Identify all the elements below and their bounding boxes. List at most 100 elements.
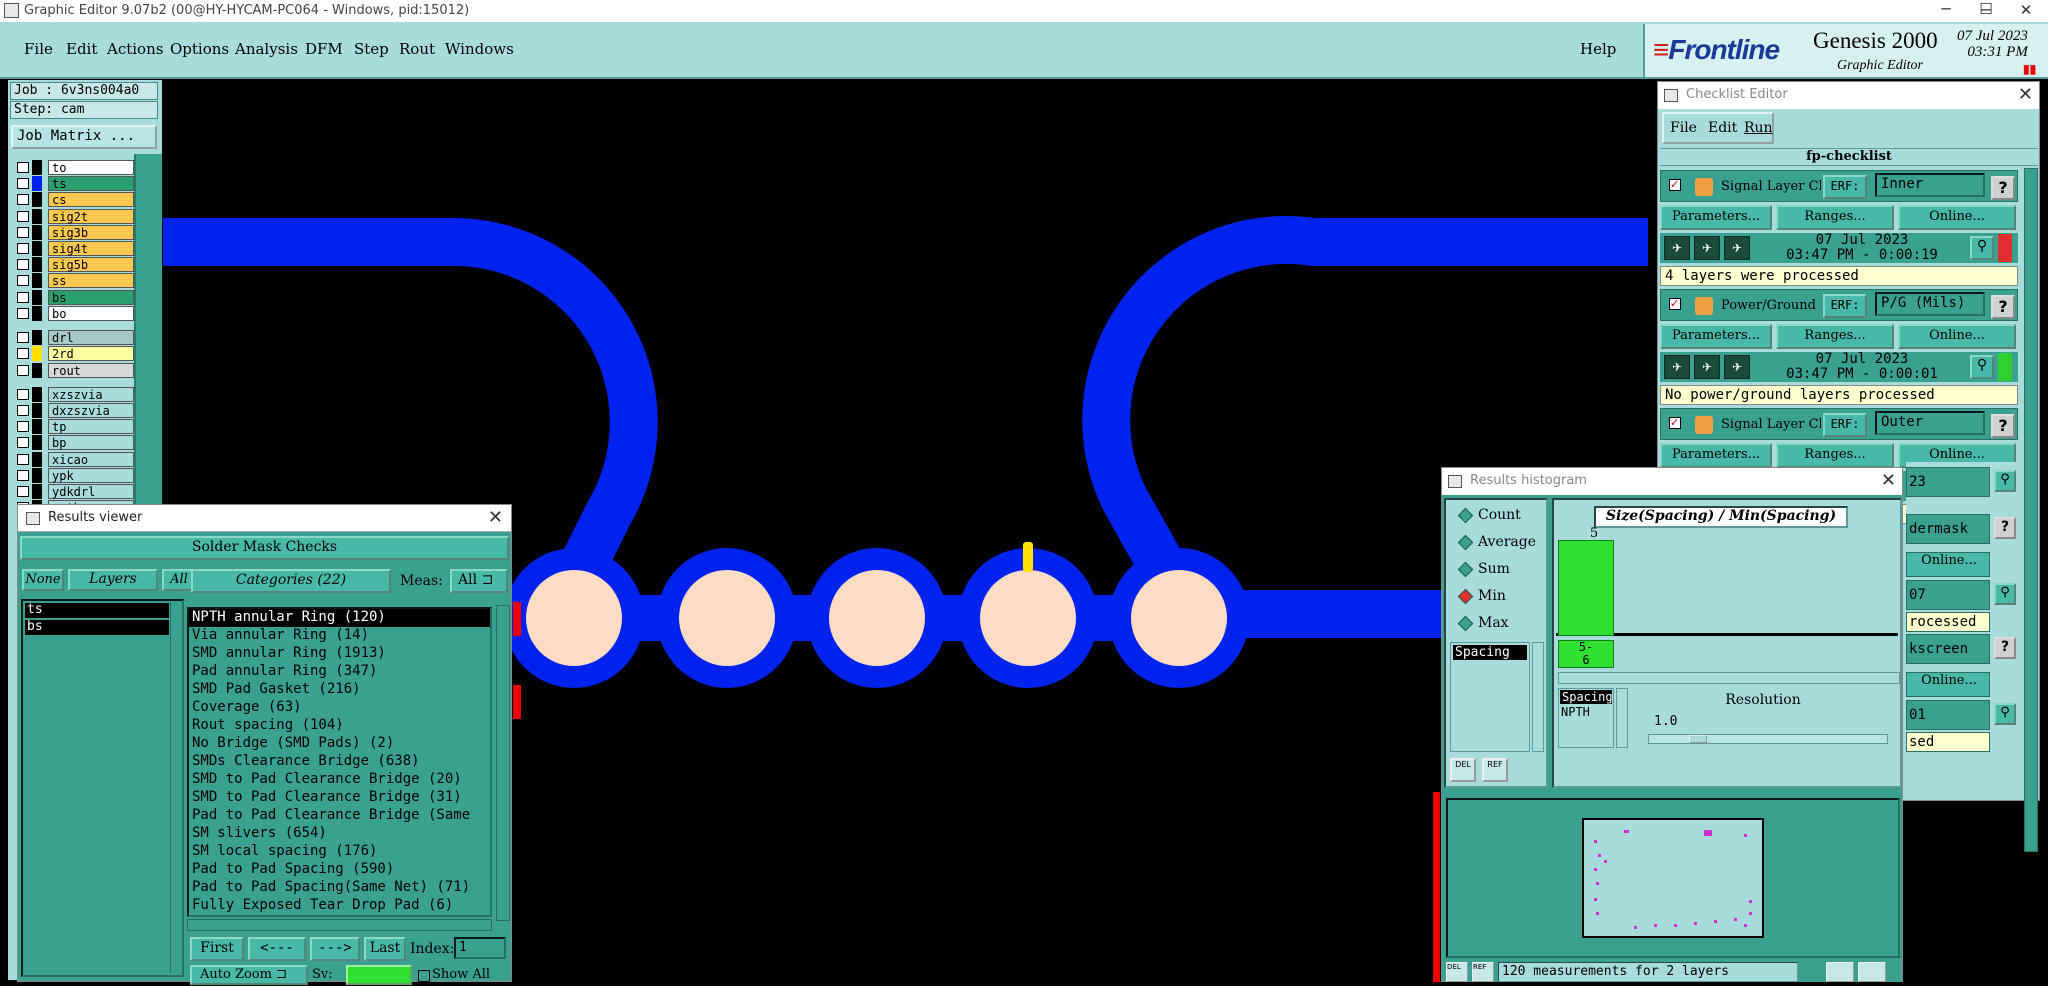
mode-count[interactable]: Count bbox=[1457, 506, 1521, 526]
layer-swatch[interactable] bbox=[32, 452, 42, 467]
layer-name[interactable]: to bbox=[48, 160, 134, 175]
layer-checkbox[interactable] bbox=[17, 259, 29, 270]
del-icon[interactable]: DEL bbox=[1450, 758, 1476, 782]
menu-actions[interactable]: Actions bbox=[107, 40, 163, 58]
category-item[interactable]: Coverage (63) bbox=[189, 699, 490, 717]
category-item[interactable]: Pad annular Ring (347) bbox=[189, 663, 490, 681]
erf-value[interactable]: Outer bbox=[1875, 411, 1985, 435]
spacing-scrollbar[interactable] bbox=[1532, 642, 1544, 752]
job-matrix-button[interactable]: Job Matrix ... bbox=[11, 125, 157, 149]
auto-zoom-select[interactable]: Auto Zoom ⊐ bbox=[190, 965, 308, 985]
layer-row-2rd[interactable]: 2rd bbox=[14, 346, 138, 361]
checks-header[interactable]: Solder Mask Checks bbox=[20, 536, 509, 560]
meas-select[interactable]: All ⊐ bbox=[450, 569, 508, 593]
menu-help[interactable]: Help bbox=[1580, 40, 1616, 58]
layer-swatch[interactable] bbox=[32, 306, 42, 321]
erf-button[interactable]: ERF: bbox=[1823, 175, 1867, 199]
categories-list[interactable]: NPTH annular Ring (120) Via annular Ring … bbox=[187, 607, 492, 917]
layer-swatch[interactable] bbox=[32, 273, 42, 288]
layer-checkbox[interactable] bbox=[17, 454, 29, 465]
layer-checkbox[interactable] bbox=[17, 389, 29, 400]
category-item[interactable]: No Bridge (SMD Pads) (2) bbox=[189, 735, 490, 753]
parameters-button[interactable]: Parameters... bbox=[1660, 324, 1772, 349]
run-icon[interactable]: ✈ bbox=[1664, 236, 1690, 260]
layer-checkbox[interactable] bbox=[17, 405, 29, 416]
layer-row-ypk[interactable]: ypk bbox=[14, 468, 138, 483]
list-item[interactable]: ts bbox=[25, 603, 169, 618]
layer-name[interactable]: sig4t bbox=[48, 241, 134, 256]
erf-value[interactable]: P/G (Mils) bbox=[1875, 292, 1985, 316]
erf-button[interactable]: ERF: bbox=[1823, 294, 1867, 318]
layer-row-sig4t[interactable]: sig4t bbox=[14, 241, 138, 256]
layers-button[interactable]: Layers bbox=[68, 569, 158, 591]
first-button[interactable]: First bbox=[190, 937, 244, 961]
category-item[interactable]: Pad to Pad Spacing (590) bbox=[189, 861, 490, 879]
layer-checkbox[interactable] bbox=[17, 292, 29, 303]
zoom-icon[interactable]: ⚲ bbox=[1994, 583, 2016, 605]
help-icon[interactable]: ? bbox=[1991, 295, 2015, 319]
list-item[interactable]: bs bbox=[25, 620, 169, 635]
menu-file[interactable]: File bbox=[24, 40, 53, 58]
last-button[interactable]: Last bbox=[364, 937, 406, 961]
layer-name[interactable]: rout bbox=[48, 363, 134, 378]
layer-swatch[interactable] bbox=[32, 257, 42, 272]
layer-swatch[interactable] bbox=[32, 241, 42, 256]
layer-swatch[interactable] bbox=[32, 387, 42, 402]
layer-checkbox[interactable] bbox=[17, 437, 29, 448]
run-icon[interactable]: ✈ bbox=[1694, 236, 1720, 260]
erf-value[interactable]: Inner bbox=[1875, 173, 1985, 197]
layer-name[interactable]: sig2t bbox=[48, 209, 134, 224]
ranges-button[interactable]: Ranges... bbox=[1776, 205, 1894, 230]
layer-swatch[interactable] bbox=[32, 468, 42, 483]
layer-row-cs[interactable]: cs bbox=[14, 192, 138, 207]
layer-name[interactable]: ts bbox=[48, 176, 134, 191]
layer-name[interactable]: tp bbox=[48, 419, 134, 434]
category-item[interactable]: NPTH annular Ring (120) bbox=[189, 609, 490, 627]
spacing-list[interactable]: Spacing bbox=[1450, 642, 1530, 752]
help-icon[interactable]: ? bbox=[1991, 414, 2015, 438]
layer-row-bo[interactable]: bo bbox=[14, 306, 138, 321]
layer-row-xzszvia[interactable]: xzszvia bbox=[14, 387, 138, 402]
layer-row-xicao[interactable]: xicao bbox=[14, 452, 138, 467]
category-item[interactable]: SMD annular Ring (1913) bbox=[189, 645, 490, 663]
layer-checkbox[interactable] bbox=[17, 308, 29, 319]
next-button[interactable]: ---> bbox=[310, 937, 360, 961]
layer-swatch[interactable] bbox=[32, 330, 42, 345]
list-item[interactable]: NPTH bbox=[1559, 705, 1613, 719]
menu-windows[interactable]: Windows bbox=[445, 40, 514, 58]
menu-dfm[interactable]: DFM bbox=[305, 40, 343, 58]
layer-name[interactable]: drl bbox=[48, 330, 134, 345]
zoom-icon[interactable]: ⚲ bbox=[1970, 355, 1994, 379]
layer-name[interactable]: bp bbox=[48, 435, 134, 450]
ref-icon[interactable]: REF bbox=[1482, 758, 1508, 782]
category-item[interactable]: SMD Pad Gasket (216) bbox=[189, 681, 490, 699]
layer-name[interactable]: xzszvia bbox=[48, 387, 134, 402]
layer-swatch[interactable] bbox=[32, 484, 42, 499]
online-button[interactable]: Online... bbox=[1906, 552, 1990, 577]
layer-swatch[interactable] bbox=[32, 290, 42, 305]
online-button[interactable]: Online... bbox=[1906, 672, 1990, 697]
sv-color-button[interactable] bbox=[346, 965, 412, 985]
online-button[interactable]: Online... bbox=[1898, 205, 2016, 230]
action-checkbox[interactable]: ✓ bbox=[1669, 417, 1681, 429]
layer-name[interactable]: ss bbox=[48, 273, 134, 288]
board-overview[interactable] bbox=[1582, 818, 1764, 938]
index-input[interactable]: 1 bbox=[454, 937, 506, 959]
layer-swatch[interactable] bbox=[32, 225, 42, 240]
category-item[interactable]: Pad to Pad Spacing(Same Net) (71) bbox=[189, 879, 490, 897]
layer-row-dxzszvia[interactable]: dxzszvia bbox=[14, 403, 138, 418]
online-button[interactable]: Online... bbox=[1898, 324, 2016, 349]
show-all-checkbox[interactable] bbox=[418, 970, 430, 982]
category-item[interactable]: SMD to Pad Clearance Bridge (20) bbox=[189, 771, 490, 789]
filter-list[interactable]: Spacing NPTH bbox=[1558, 688, 1614, 748]
layer-swatch[interactable] bbox=[32, 346, 42, 361]
layer-name[interactable]: sig5b bbox=[48, 257, 134, 272]
layer-name[interactable]: cs bbox=[48, 192, 134, 207]
histogram-tool-icon[interactable] bbox=[1826, 962, 1854, 982]
histogram-tool-icon[interactable] bbox=[1858, 962, 1886, 982]
layer-row-ts[interactable]: ts bbox=[14, 176, 138, 191]
list-item[interactable]: Spacing bbox=[1453, 645, 1527, 660]
checklist-scrollbar[interactable] bbox=[2024, 168, 2038, 852]
layer-row-ss[interactable]: ss bbox=[14, 273, 138, 288]
run-icon[interactable]: ✈ bbox=[1664, 355, 1690, 379]
